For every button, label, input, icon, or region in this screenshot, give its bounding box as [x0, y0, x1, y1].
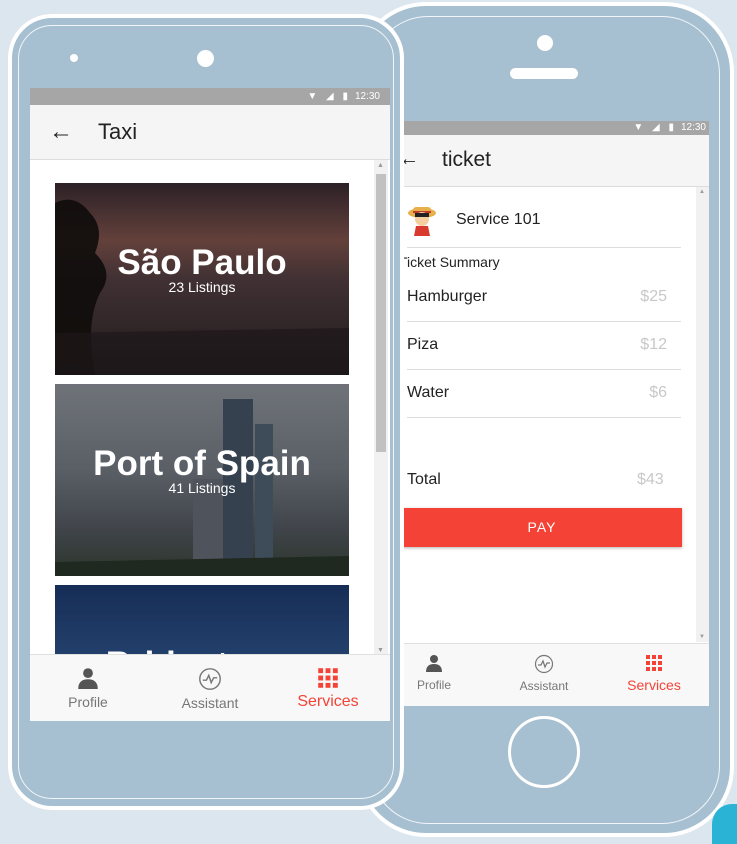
scroll-up-icon[interactable]: ▲ — [377, 162, 384, 169]
app-bar: ← Taxi — [30, 105, 390, 160]
grid-icon — [646, 655, 662, 671]
scroll-up-icon[interactable]: ▲ — [699, 189, 705, 195]
nav-profile[interactable]: Profile — [407, 654, 461, 692]
pulse-icon — [534, 654, 554, 674]
earpiece-speaker — [510, 68, 578, 79]
pay-button[interactable]: PAY — [402, 508, 682, 547]
status-time: 12:30 — [680, 122, 706, 133]
nav-services[interactable]: Services — [288, 667, 368, 711]
pulse-icon — [199, 668, 221, 690]
nav-label: Profile — [68, 694, 108, 710]
item-price: $25 — [640, 288, 667, 305]
item-name: Water — [407, 384, 450, 401]
nav-label: Assistant — [519, 679, 569, 693]
divider — [407, 247, 681, 248]
ticket-item-row: Water $6 — [407, 370, 681, 418]
scrollbar[interactable]: ▲ ▼ — [374, 160, 388, 656]
service-name: Service 101 — [456, 211, 541, 228]
item-name: Piza — [407, 336, 439, 353]
listing-count: 23 Listings — [168, 279, 236, 295]
scroll-down-icon[interactable]: ▼ — [699, 634, 705, 640]
signal-icons: ▼ ◢ ▮ — [633, 122, 677, 133]
city-name: São Paulo — [117, 243, 287, 282]
person-icon — [78, 668, 98, 689]
listing-count: 41 Listings — [168, 480, 236, 496]
taxi-screen: ▼ ◢ ▮ 12:30 ← Taxi São Paulo 23 Listings … — [30, 88, 390, 721]
grid-icon — [318, 668, 338, 688]
city-card[interactable]: São Paulo 23 Listings — [55, 183, 349, 375]
bottom-nav: Profile Assistant Services — [399, 643, 709, 706]
status-bar: ▼ ◢ ▮ 12:30 — [30, 88, 390, 105]
nav-label: Profile — [416, 678, 451, 692]
nav-assistant[interactable]: Assistant — [507, 654, 581, 693]
city-card[interactable]: Port of Spain 41 Listings — [55, 384, 349, 576]
status-bar: ▼ ◢ ▮ 12:30 — [399, 121, 709, 135]
ticket-item-row: Piza $12 — [407, 322, 681, 370]
scrollbar[interactable]: ▲ ▼ — [696, 187, 709, 642]
nav-services[interactable]: Services — [619, 654, 689, 693]
ticket-summary-label: Ticket Summary — [399, 254, 500, 270]
home-button[interactable] — [508, 716, 580, 788]
signal-icons: ▼ ◢ ▮ — [307, 91, 351, 102]
total-value: $43 — [637, 471, 664, 488]
total-label: Total — [407, 471, 441, 488]
item-price: $6 — [649, 384, 667, 401]
app-bar: ← ticket — [399, 135, 709, 187]
person-icon — [426, 655, 442, 672]
city-name: Port of Spain — [93, 444, 311, 483]
scroll-thumb[interactable] — [376, 174, 386, 452]
back-arrow-icon[interactable]: ← — [49, 118, 73, 146]
nav-label: Services — [297, 693, 359, 710]
nav-label: Services — [627, 677, 681, 693]
nav-profile[interactable]: Profile — [58, 667, 118, 710]
ticket-item-row: Hamburger $25 — [407, 274, 681, 322]
page-title: Taxi — [98, 119, 138, 144]
item-price: $12 — [640, 336, 667, 353]
front-camera — [197, 50, 214, 67]
status-time: 12:30 — [354, 91, 380, 102]
scroll-down-icon[interactable]: ▼ — [377, 647, 384, 654]
bottom-nav: Profile Assistant Services — [30, 654, 390, 721]
avatar-icon — [407, 202, 437, 236]
nav-label: Assistant — [181, 695, 239, 711]
front-camera — [537, 35, 553, 51]
item-name: Hamburger — [407, 288, 488, 305]
sensor-dot — [70, 54, 78, 62]
page-title: ticket — [442, 148, 492, 171]
nav-assistant[interactable]: Assistant — [170, 667, 250, 711]
ticket-screen: ▼ ◢ ▮ 12:30 ← ticket Service 101 Ticket S… — [399, 121, 709, 706]
